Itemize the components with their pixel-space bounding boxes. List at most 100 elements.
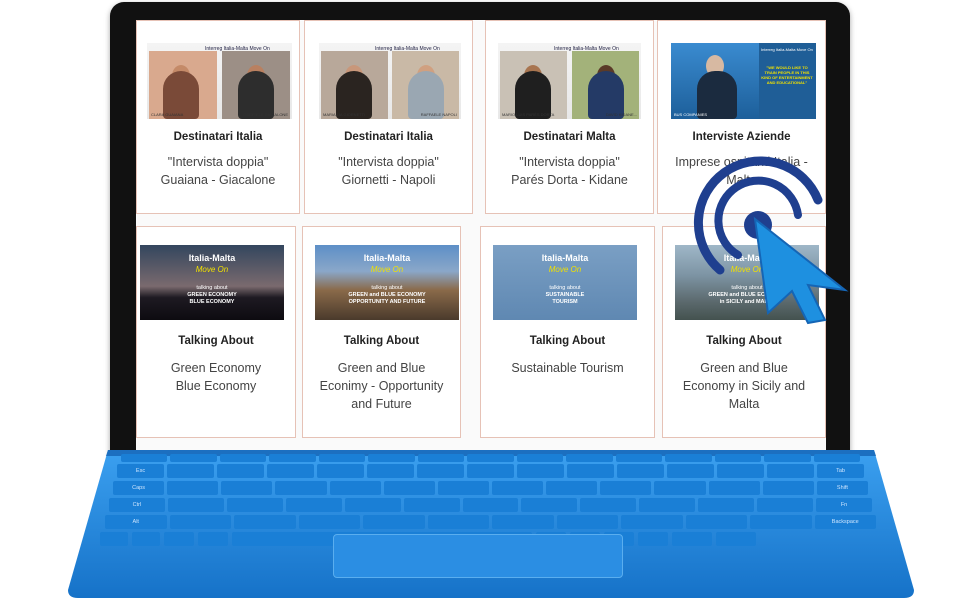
video-thumbnail[interactable]: Interreg Italia-Malta Move On "WE WOULD … [671,43,816,119]
keyboard-key[interactable] [717,464,764,478]
keyboard-key[interactable] [685,515,747,529]
keyboard-key[interactable] [462,498,519,512]
video-thumbnail[interactable]: Italia-Malta Move On talking about GREEN… [315,245,459,320]
keyboard-key[interactable] [517,464,564,478]
keyboard-key[interactable] [698,498,755,512]
keyboard-key[interactable] [368,454,415,462]
keyboard-key[interactable] [615,454,663,462]
keyboard-key[interactable] [617,464,664,478]
video-card[interactable]: Interreg Italia-Malta Move On CLARA GUAI… [136,20,300,214]
keyboard-key[interactable] [750,515,812,529]
name-label: MARIO LUIS PARÉS DORTA [502,112,555,117]
keyboard-key[interactable] [269,454,316,462]
keyboard-key[interactable] [344,498,401,512]
video-card[interactable]: Italia-Malta Move On talking about SUSTA… [480,226,655,438]
keyboard-key[interactable] [516,454,564,462]
video-card[interactable]: Interreg Italia-Malta Move On MARIA LIA … [304,20,473,214]
thumbnail-caption: talking about SUSTAINABLE TOURISM [545,285,585,305]
keyboard-key[interactable] [226,498,283,512]
keyboard-key[interactable] [121,454,168,462]
keyboard-key[interactable] [566,454,613,462]
keyboard-key[interactable] [221,481,273,495]
keyboard-key[interactable] [639,498,696,512]
keyboard-key[interactable]: Caps [113,481,165,495]
keyboard-key[interactable] [217,464,264,478]
keyboard-key[interactable]: Ctrl [109,498,165,512]
video-thumbnail[interactable]: Interreg Italia-Malta Move On MARIO LUIS… [498,43,641,119]
keyboard-key[interactable] [672,532,712,546]
thumbnail-caption: talking about GREEN and BLUE ECONOMY OPPO… [348,285,426,305]
video-card[interactable]: Italia-Malta Move On talking about GREEN… [136,226,296,438]
video-thumbnail[interactable]: Italia-Malta Move On talking about SUSTA… [493,245,637,320]
name-label: MARIA LIA GIORNETTI [323,112,366,117]
keyboard-key[interactable] [417,464,464,478]
keyboard-key[interactable] [167,481,219,495]
keyboard-key[interactable]: Tab [817,464,864,478]
keyboard-key[interactable] [317,464,364,478]
keyboard-key[interactable] [100,532,128,546]
keyboard-key[interactable] [621,515,683,529]
video-thumbnail[interactable]: Italia-Malta Move On talking about GREEN… [140,245,284,320]
keyboard-key[interactable] [234,515,296,529]
keyboard-key[interactable] [437,481,489,495]
keyboard-key[interactable] [403,498,460,512]
keyboard-key[interactable] [427,515,489,529]
name-label: RAFFAELE NAPOLI [420,112,457,117]
keyboard-key[interactable] [521,498,578,512]
keyboard-key[interactable] [170,454,217,462]
keyboard-key[interactable] [275,481,327,495]
keyboard-key[interactable] [714,454,762,462]
video-thumbnail[interactable]: Interreg Italia-Malta Move On MARIA LIA … [319,43,461,119]
keyboard-key[interactable] [665,454,712,462]
logo: Italia-Malta [541,253,589,263]
keyboard-key[interactable] [716,532,756,546]
keyboard-key[interactable] [367,464,414,478]
keyboard-key[interactable] [164,532,194,546]
keyboard-key[interactable] [556,515,618,529]
keyboard-key[interactable] [417,454,465,462]
keyboard-key[interactable] [767,464,814,478]
keyboard-key[interactable] [492,481,544,495]
keyboard-key[interactable] [267,464,314,478]
keyboard-key[interactable]: Backspace [814,515,876,529]
keyboard-key[interactable] [467,464,514,478]
keyboard-key[interactable] [580,498,637,512]
keyboard-key[interactable] [600,481,652,495]
keyboard-key[interactable] [167,498,224,512]
card-title: Interviste Aziende [692,131,791,143]
keyboard-key[interactable] [198,532,228,546]
keyboard-key[interactable] [363,515,425,529]
keyboard-key[interactable] [318,454,366,462]
keyboard-key[interactable] [132,532,160,546]
keyboard-key[interactable]: Fn [816,498,872,512]
keyboard-key[interactable] [383,481,435,495]
card-description: "Intervista doppia" Giornetti - Napoli [338,155,439,187]
keyboard-key[interactable] [638,532,668,546]
keyboard-key[interactable]: Shift [816,481,868,495]
keyboard-key[interactable] [757,498,814,512]
keyboard-key[interactable] [567,464,614,478]
keyboard-key[interactable] [813,454,860,462]
keyboard-key[interactable] [546,481,598,495]
keyboard-key[interactable] [492,515,554,529]
keyboard-key[interactable] [285,498,342,512]
keyboard-key[interactable]: Alt [105,515,167,529]
video-card[interactable]: Interreg Italia-Malta Move On MARIO LUIS… [485,20,654,214]
keyboard-key[interactable] [219,454,267,462]
keyboard-key[interactable] [298,515,360,529]
keyboard-key[interactable] [329,481,381,495]
keyboard-key[interactable] [467,454,514,462]
logo: Interreg Italia-Malta Move On [375,46,440,52]
keyboard-key[interactable] [708,481,760,495]
keyboard-key[interactable] [654,481,706,495]
keyboard-key[interactable]: Esc [117,464,164,478]
keyboard-key[interactable] [169,515,231,529]
keyboard-key[interactable] [764,454,811,462]
trackpad[interactable] [333,534,623,578]
keyboard-key[interactable] [167,464,214,478]
keyboard-key[interactable] [667,464,714,478]
video-card[interactable]: Italia-Malta Move On talking about GREEN… [302,226,461,438]
logo: Interreg Italia-Malta Move On [554,46,619,52]
keyboard-key[interactable] [762,481,814,495]
video-thumbnail[interactable]: Interreg Italia-Malta Move On CLARA GUAI… [147,43,292,119]
